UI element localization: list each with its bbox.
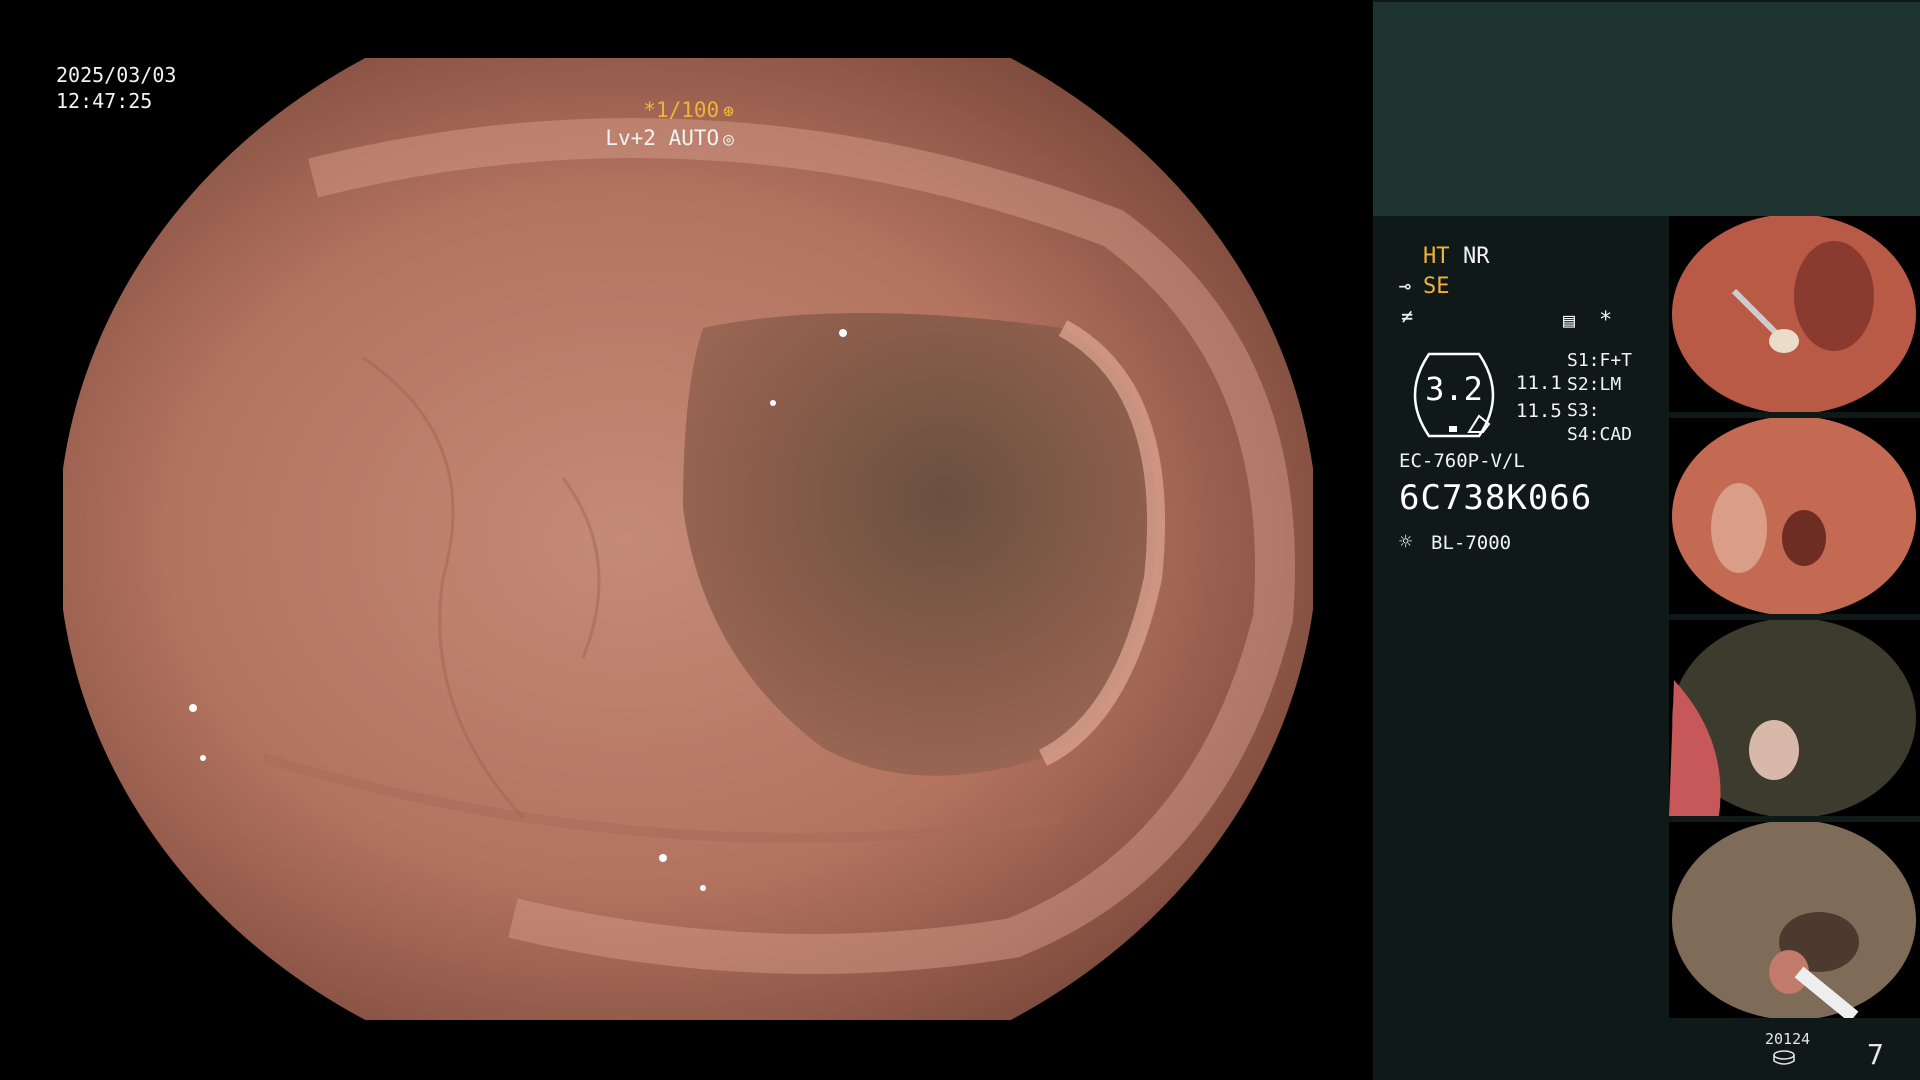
settings-panel: HT NR ⊸ SE ≠ ▤ * 3.2 11.1 11.5 S1:F+T S2… bbox=[1373, 216, 1669, 1080]
value-a: 11.1 bbox=[1516, 372, 1562, 394]
time-display: 12:47:25 bbox=[56, 89, 153, 113]
captured-image-2[interactable] bbox=[1669, 418, 1920, 614]
captured-image-4[interactable] bbox=[1669, 822, 1920, 1018]
side-panel: HT NR ⊸ SE ≠ ▤ * 3.2 11.1 11.5 S1:F+T S2… bbox=[1373, 0, 1920, 1080]
endoscope-live-image bbox=[63, 58, 1313, 1020]
captured-image-3[interactable] bbox=[1669, 620, 1920, 816]
auto-exposure-icon: ◎ bbox=[723, 129, 734, 150]
date-display: 2025/03/03 bbox=[56, 63, 177, 87]
level-value: Lv+2 AUTO bbox=[605, 126, 720, 150]
nr-indicator: NR bbox=[1463, 244, 1490, 269]
scope-model: EC-760P-V/L bbox=[1399, 450, 1525, 472]
switch-s3: S3: bbox=[1567, 400, 1600, 421]
thumbnail-image bbox=[1672, 822, 1916, 1018]
shutter-value: *1/100 bbox=[643, 98, 720, 122]
scope-serial: 6C738K066 bbox=[1399, 478, 1593, 518]
value-b: 11.5 bbox=[1516, 400, 1562, 422]
shutter-speed: *1/100 ⊛ bbox=[643, 98, 734, 122]
structure-icon: ⊸ bbox=[1399, 274, 1412, 298]
brightness-level: Lv+2 AUTO ◎ bbox=[605, 126, 734, 150]
side-panel-header-area bbox=[1373, 2, 1920, 216]
light-source-label: BL-7000 bbox=[1431, 532, 1512, 554]
switch-s1: S1:F+T bbox=[1567, 350, 1633, 371]
menu-icon: ▤ bbox=[1563, 308, 1576, 332]
filter-icon: ≠ bbox=[1401, 304, 1414, 328]
page-number: 7 bbox=[1867, 1038, 1884, 1071]
thumbnail-image bbox=[1669, 620, 1916, 816]
se-indicator: SE bbox=[1423, 274, 1450, 299]
storage-icon bbox=[1773, 1050, 1795, 1065]
aperture-icon: ⊛ bbox=[723, 101, 734, 122]
switch-s2: S2:LM bbox=[1567, 374, 1622, 395]
thumbnail-image bbox=[1672, 418, 1916, 614]
ht-indicator: HT bbox=[1423, 244, 1450, 269]
endoscope-main-view: 2025/03/03 12:47:25 *1/100 ⊛ Lv+2 AUTO ◎ bbox=[0, 0, 1372, 1080]
light-source-icon: ☼ bbox=[1399, 530, 1413, 555]
switch-s4: S4:CAD bbox=[1567, 424, 1633, 445]
captured-image-1[interactable] bbox=[1669, 216, 1920, 412]
thumbnail-image bbox=[1672, 216, 1916, 412]
image-count-label: 20124 bbox=[1765, 1030, 1811, 1048]
asterisk-icon: * bbox=[1599, 308, 1613, 333]
zoom-value: 3.2 bbox=[1425, 370, 1483, 408]
